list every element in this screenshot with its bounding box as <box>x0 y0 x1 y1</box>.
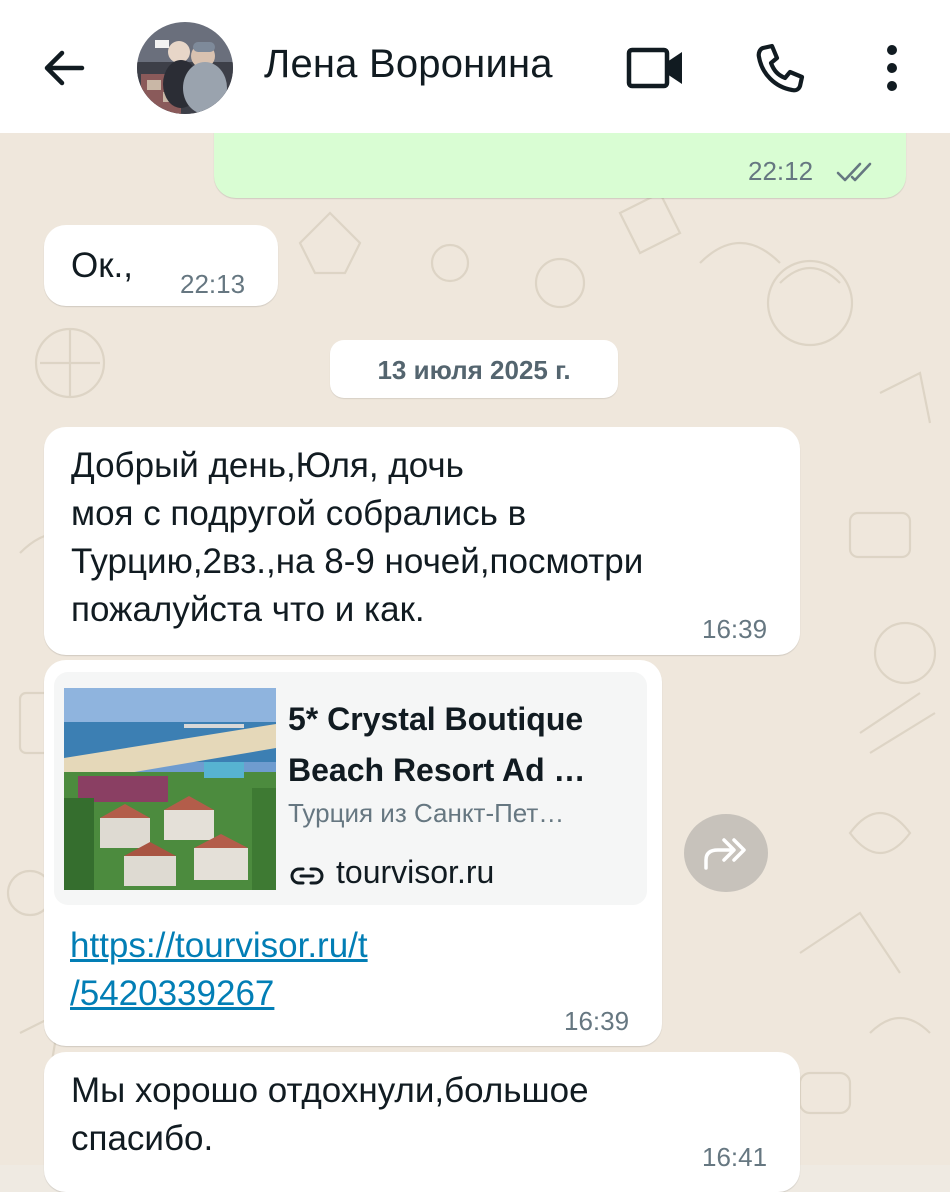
message-line: Мы хорошо отдохнули,большое <box>71 1071 589 1110</box>
link-preview-title: 5* Crystal Boutique Beach Resort Ad … <box>288 694 638 796</box>
message-link-line[interactable]: /5420339267 <box>70 970 368 1018</box>
message-time: 16:39 <box>564 1006 630 1036</box>
back-button[interactable] <box>36 40 92 96</box>
video-call-button[interactable] <box>624 44 688 92</box>
message-link-line[interactable]: https://tourvisor.ru/t <box>70 922 368 970</box>
link-preview-thumbnail <box>64 688 276 890</box>
message-line: Добрый день,Юля, дочь <box>71 446 464 485</box>
message-time: 22:13 <box>180 269 246 299</box>
menu-button[interactable] <box>874 40 910 96</box>
link-preview-description: Турция из Санкт-Пет… <box>288 798 565 828</box>
voice-call-button[interactable] <box>752 40 808 96</box>
video-camera-icon <box>626 47 682 89</box>
message-text: Мы хорошо отдохнули,большое спасибо. <box>71 1067 589 1163</box>
message-link[interactable]: https://tourvisor.ru/t /5420339267 <box>70 922 368 1018</box>
contact-avatar[interactable] <box>137 22 233 114</box>
link-preview-domain: tourvisor.ru <box>336 854 495 890</box>
incoming-message-bubble[interactable]: Мы хорошо отдохнули,большое спасибо. 16:… <box>44 1052 800 1192</box>
contact-name[interactable]: Лена Воронина <box>264 42 553 87</box>
link-preview-title-line: 5* Crystal Boutique <box>288 701 584 737</box>
forward-button[interactable] <box>684 814 768 892</box>
message-time: 16:41 <box>702 1142 768 1172</box>
read-ticks-icon <box>836 162 872 182</box>
chat-header: Лена Воронина <box>0 0 950 133</box>
message-line: спасибо. <box>71 1119 214 1158</box>
forward-icon <box>704 838 746 870</box>
message-line: Турцию,2вз.,на 8-9 ночей,посмотри <box>71 542 644 581</box>
link-icon <box>290 867 324 885</box>
message-text: Ок., <box>71 246 133 285</box>
date-separator: 13 июля 2025 г. <box>330 340 618 398</box>
incoming-message-bubble[interactable]: Добрый день,Юля, дочь моя с подругой соб… <box>44 427 800 655</box>
incoming-link-message-bubble[interactable]: 5* Crystal Boutique Beach Resort Ad … Ту… <box>44 660 662 1046</box>
message-time: 22:12 <box>748 156 814 186</box>
link-preview-title-line: Beach Resort Ad … <box>288 752 586 788</box>
phone-icon <box>756 43 805 93</box>
message-time: 16:39 <box>702 614 768 644</box>
more-vertical-icon <box>887 45 897 91</box>
date-separator-text: 13 июля 2025 г. <box>377 355 571 385</box>
message-line: моя с подругой собрались в <box>71 494 527 533</box>
arrow-left-icon <box>44 50 85 86</box>
incoming-message-bubble[interactable]: Ок., 22:13 <box>44 225 278 306</box>
link-preview-card[interactable]: 5* Crystal Boutique Beach Resort Ad … Ту… <box>54 672 647 905</box>
message-text: Добрый день,Юля, дочь моя с подругой соб… <box>71 442 643 634</box>
message-line: пожалуйста что и как. <box>71 590 425 629</box>
